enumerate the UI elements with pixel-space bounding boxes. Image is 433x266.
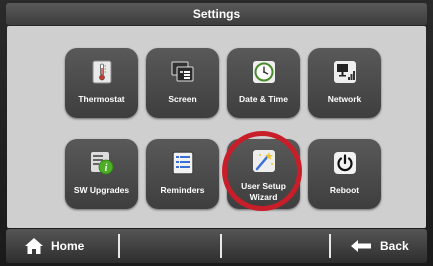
tile-label-thermostat: Thermostat: [78, 94, 125, 104]
tile-label-screen: Screen: [168, 94, 197, 104]
tile-label-network: Network: [327, 94, 362, 104]
page-title: Settings: [192, 7, 241, 21]
network-button[interactable]: Network: [308, 48, 381, 118]
wizard-icon: [253, 150, 275, 172]
clock-icon: [253, 61, 275, 83]
settings-grid: Thermostat Screen Date & Time Network i …: [7, 26, 426, 228]
list-icon: [172, 151, 194, 175]
tile-label-sw-upgrades: SW Upgrades: [73, 185, 130, 195]
back-label: Back: [380, 239, 409, 253]
tile-label-date-time: Date & Time: [239, 94, 288, 104]
sw-upgrades-button[interactable]: i SW Upgrades: [65, 139, 138, 209]
network-icon: [334, 61, 356, 83]
date-time-button[interactable]: Date & Time: [227, 48, 300, 118]
screen-icon: [171, 61, 194, 82]
nav-divider: [329, 234, 331, 258]
reboot-button[interactable]: Reboot: [308, 139, 381, 209]
tile-label-reminders: Reminders: [160, 185, 205, 195]
nav-divider: [118, 234, 120, 258]
screen-button[interactable]: Screen: [146, 48, 219, 118]
home-icon: [25, 238, 43, 254]
title-bar: Settings: [6, 3, 427, 25]
tile-label-user-setup-wizard: User Setup Wizard: [241, 181, 286, 202]
tile-label-reboot: Reboot: [329, 185, 360, 195]
user-setup-wizard-button[interactable]: User Setup Wizard: [227, 139, 300, 209]
home-button[interactable]: Home: [24, 229, 84, 263]
home-label: Home: [51, 239, 85, 253]
thermostat-icon: [92, 60, 112, 84]
reminders-button[interactable]: Reminders: [146, 139, 219, 209]
back-button[interactable]: Back: [350, 229, 409, 263]
svg-text:i: i: [105, 163, 108, 174]
settings-screen: Settings Thermostat Screen Date & Time N…: [0, 0, 433, 266]
bottom-nav-bar: Home Back: [6, 229, 427, 263]
nav-divider: [220, 234, 222, 258]
power-icon: [334, 152, 356, 174]
info-icon: i: [91, 152, 114, 175]
back-arrow-icon: [351, 240, 371, 252]
thermostat-button[interactable]: Thermostat: [65, 48, 138, 118]
